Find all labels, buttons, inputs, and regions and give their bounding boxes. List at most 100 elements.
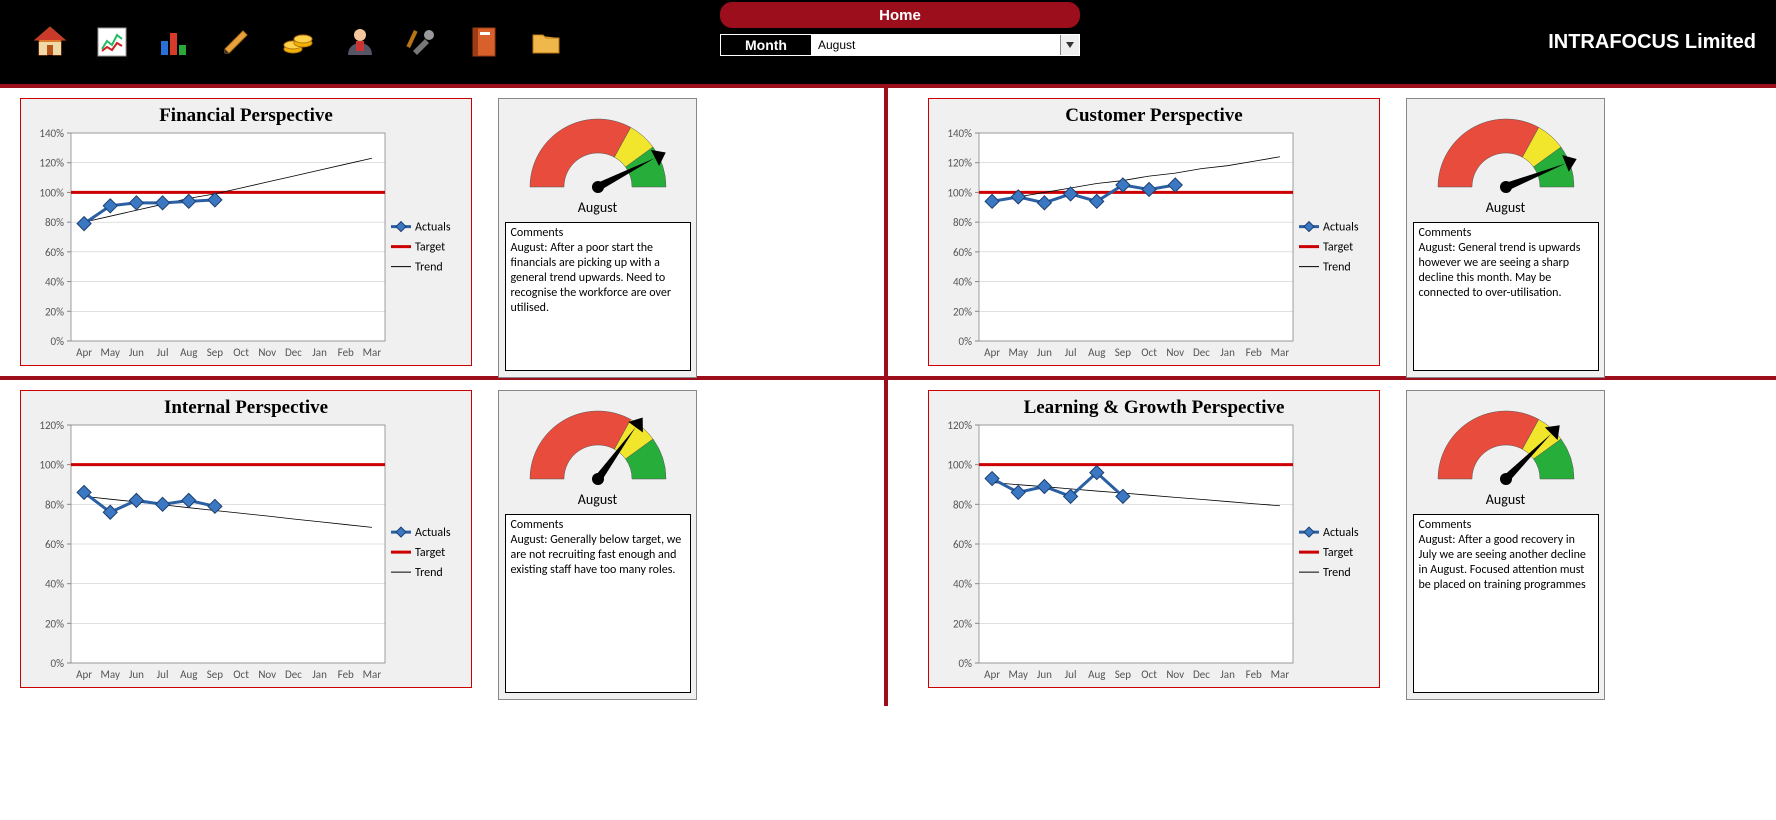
svg-text:Jul: Jul — [157, 668, 169, 681]
svg-text:Financial Perspective: Financial Perspective — [159, 105, 333, 126]
svg-text:Apr: Apr — [76, 668, 92, 681]
person-icon[interactable] — [340, 22, 380, 62]
svg-text:Sep: Sep — [1115, 346, 1132, 359]
comments-text: August: Generally below target, we are n… — [511, 533, 685, 578]
panel-internal: Internal Perspective0%20%40%60%80%100%12… — [0, 380, 888, 706]
pencil-icon[interactable] — [216, 22, 256, 62]
svg-text:140%: 140% — [947, 127, 972, 140]
svg-text:Nov: Nov — [258, 346, 276, 359]
svg-text:Actuals: Actuals — [415, 526, 451, 540]
svg-text:Feb: Feb — [338, 346, 354, 359]
svg-text:Jun: Jun — [129, 346, 144, 359]
home-icon[interactable] — [30, 22, 70, 62]
svg-text:Trend: Trend — [1323, 566, 1351, 580]
svg-text:120%: 120% — [947, 419, 972, 432]
chevron-down-icon[interactable] — [1060, 35, 1079, 55]
chart-internal: Internal Perspective0%20%40%60%80%100%12… — [20, 390, 472, 688]
svg-text:Jul: Jul — [1065, 346, 1077, 359]
svg-text:Trend: Trend — [415, 261, 443, 275]
month-select-value[interactable] — [812, 35, 1060, 55]
svg-text:60%: 60% — [45, 538, 64, 551]
svg-text:May: May — [1009, 668, 1028, 681]
svg-text:0%: 0% — [51, 335, 65, 348]
gauge-label: August — [1486, 199, 1525, 216]
svg-text:Sep: Sep — [207, 668, 224, 681]
chart-icon[interactable] — [154, 22, 194, 62]
comments-header: Comments — [1419, 518, 1593, 533]
comments-box: CommentsAugust: General trend is upwards… — [1413, 222, 1599, 371]
svg-text:Jul: Jul — [157, 346, 169, 359]
toolbar — [30, 22, 566, 62]
svg-text:May: May — [101, 668, 120, 681]
svg-text:Jan: Jan — [312, 668, 327, 681]
svg-text:120%: 120% — [947, 157, 972, 170]
svg-text:Dec: Dec — [1193, 668, 1210, 681]
svg-text:Oct: Oct — [1141, 668, 1157, 681]
svg-text:Customer Perspective: Customer Perspective — [1065, 105, 1242, 126]
svg-text:Mar: Mar — [363, 346, 382, 359]
svg-text:Jan: Jan — [1220, 668, 1235, 681]
svg-text:0%: 0% — [51, 657, 65, 670]
dashboard-grid: Financial Perspective 0% 20% 40% 60% 80% 100% 1… — [0, 88, 1776, 706]
svg-text:Aug: Aug — [1088, 346, 1105, 359]
tools-icon[interactable] — [402, 22, 442, 62]
coins-icon[interactable] — [278, 22, 318, 62]
svg-text:Sep: Sep — [1115, 668, 1132, 681]
chart-financial: Financial Perspective0%20%40%60%80%100%1… — [20, 98, 472, 366]
svg-text:Feb: Feb — [1246, 346, 1262, 359]
comments-text: August: After a poor start the financial… — [511, 241, 685, 316]
svg-text:20%: 20% — [45, 305, 64, 318]
svg-text:Oct: Oct — [233, 668, 249, 681]
svg-text:100%: 100% — [947, 186, 972, 199]
gauge-label: August — [1486, 491, 1525, 508]
month-select[interactable] — [812, 35, 1079, 55]
svg-text:80%: 80% — [953, 216, 972, 229]
svg-text:40%: 40% — [953, 276, 972, 289]
svg-text:40%: 40% — [45, 276, 64, 289]
svg-text:Jun: Jun — [1037, 346, 1052, 359]
svg-text:Target: Target — [1323, 241, 1353, 255]
svg-text:Oct: Oct — [1141, 346, 1157, 359]
svg-text:Internal Perspective: Internal Perspective — [164, 397, 328, 418]
svg-text:May: May — [1009, 346, 1028, 359]
panel-customer: Customer Perspective0%20%40%60%80%100%12… — [888, 88, 1776, 380]
folder-icon[interactable] — [526, 22, 566, 62]
svg-text:Target: Target — [1323, 546, 1353, 560]
svg-text:Actuals: Actuals — [415, 221, 451, 235]
svg-text:Dec: Dec — [285, 668, 302, 681]
comments-header: Comments — [511, 226, 685, 241]
svg-text:Dec: Dec — [1193, 346, 1210, 359]
svg-text:Aug: Aug — [180, 346, 197, 359]
svg-text:Sep: Sep — [207, 346, 224, 359]
svg-text:Mar: Mar — [1271, 346, 1290, 359]
comments-text: August: After a good recovery in July we… — [1419, 533, 1593, 593]
svg-text:Mar: Mar — [1271, 668, 1290, 681]
svg-text:60%: 60% — [953, 538, 972, 551]
report-icon[interactable] — [92, 22, 132, 62]
svg-text:Nov: Nov — [1166, 346, 1184, 359]
svg-text:Aug: Aug — [1088, 668, 1105, 681]
sidebox-financial: AugustCommentsAugust: After a poor start… — [498, 98, 697, 378]
svg-text:Feb: Feb — [338, 668, 354, 681]
notebook-icon[interactable] — [464, 22, 504, 62]
svg-text:20%: 20% — [953, 617, 972, 630]
comments-header: Comments — [1419, 226, 1593, 241]
panel-financial: Financial Perspective0%20%40%60%80%100%1… — [0, 88, 888, 380]
svg-text:20%: 20% — [953, 305, 972, 318]
sidebox-customer: August CommentsAugust: General trend is u… — [1406, 98, 1605, 378]
svg-text:Oct: Oct — [233, 346, 249, 359]
svg-text:Apr: Apr — [984, 346, 1000, 359]
svg-text:120%: 120% — [39, 419, 64, 432]
svg-text:140%: 140% — [39, 127, 64, 140]
comments-box: CommentsAugust: After a poor start the f… — [505, 222, 691, 371]
svg-text:40%: 40% — [45, 578, 64, 591]
svg-text:Jun: Jun — [1037, 668, 1052, 681]
svg-text:120%: 120% — [39, 157, 64, 170]
svg-text:80%: 80% — [45, 216, 64, 229]
comments-box: CommentsAugust: Generally below target, … — [505, 514, 691, 693]
svg-text:Dec: Dec — [285, 346, 302, 359]
home-button[interactable]: Home — [720, 2, 1080, 28]
brand-title: INTRAFOCUS Limited — [1548, 31, 1756, 54]
svg-text:Jul: Jul — [1065, 668, 1077, 681]
svg-text:Learning & Growth Perspective: Learning & Growth Perspective — [1024, 397, 1285, 418]
